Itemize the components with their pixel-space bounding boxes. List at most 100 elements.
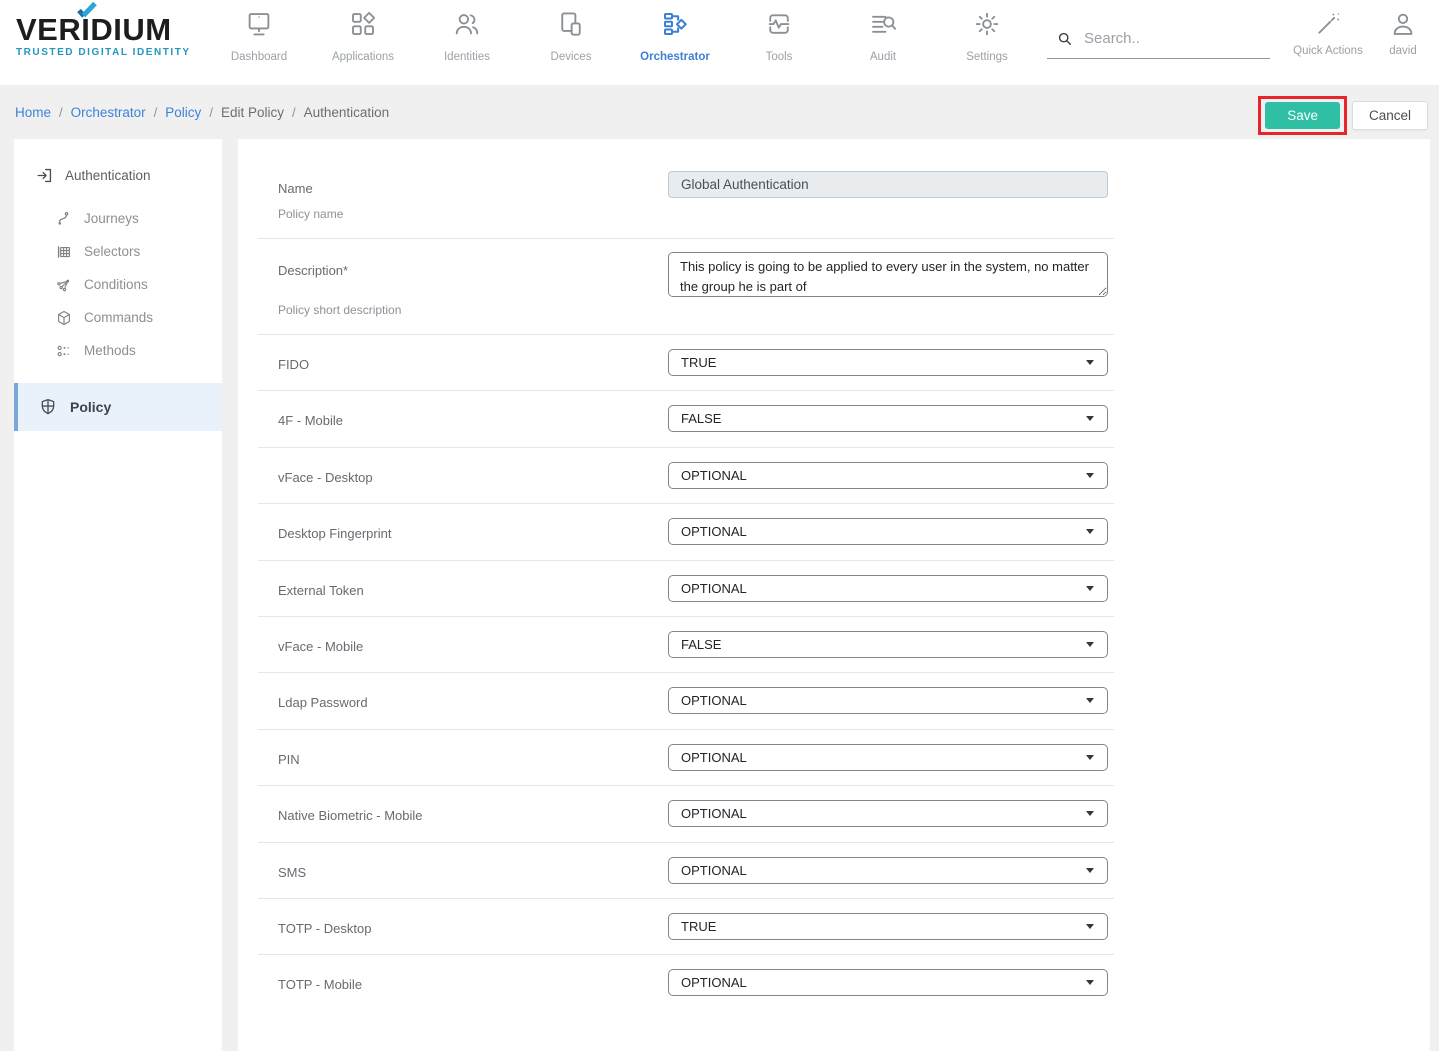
pulse-icon xyxy=(764,9,794,44)
sidebar-item-commands[interactable]: Commands xyxy=(14,301,222,334)
breadcrumb-separator: / xyxy=(154,105,158,120)
nav-item-dashboard[interactable]: Dashboard xyxy=(207,9,311,63)
logo-wordmark: VERIDIUM xyxy=(16,14,191,45)
vface-mobile-select[interactable]: FALSE xyxy=(668,631,1108,658)
totp-desktop-label: TOTP - Desktop xyxy=(278,921,371,936)
cancel-button[interactable]: Cancel xyxy=(1352,101,1428,130)
sidebar-item-conditions[interactable]: Conditions xyxy=(14,268,222,301)
name-label: Name xyxy=(278,181,313,196)
login-arrow-icon xyxy=(35,166,54,185)
field-row-totp-mobile: TOTP - MobileOPTIONAL xyxy=(258,955,1114,1011)
fido-select[interactable]: TRUE xyxy=(668,349,1108,376)
sidebar-item-selectors[interactable]: Selectors xyxy=(14,235,222,268)
field-row-vface-mobile: vFace - Mobile FALSE xyxy=(258,617,1114,673)
nav-item-label: Dashboard xyxy=(231,51,287,63)
audit-icon xyxy=(868,9,898,44)
field-row-native-biometric-mobile: Native Biometric - Mobile OPTIONAL xyxy=(258,786,1114,842)
vface-desktop-select[interactable]: OPTIONAL xyxy=(668,462,1108,489)
native-biometric-mobile-label: Native Biometric - Mobile xyxy=(278,808,423,823)
field-row-vface-desktop: vFace - Desktop OPTIONAL xyxy=(258,448,1114,504)
wand-icon xyxy=(1314,10,1342,38)
save-button[interactable]: Save xyxy=(1265,102,1340,129)
sidebar-list: Journeys Selectors Conditions Commands Metho… xyxy=(14,202,222,367)
nav-item-label: Applications xyxy=(332,51,394,63)
primary-nav: Dashboard Applications Identities Devices Or… xyxy=(207,9,1039,63)
nav-item-tools[interactable]: Tools xyxy=(727,9,831,63)
apps-grid-icon xyxy=(348,9,378,44)
nav-item-label: Orchestrator xyxy=(640,51,710,63)
veridium-logo[interactable]: VERIDIUM TRUSTED DIGITAL IDENTITY xyxy=(16,14,191,58)
breadcrumb-separator: / xyxy=(209,105,213,120)
monitor-icon xyxy=(244,9,274,44)
search-input[interactable] xyxy=(1084,30,1268,47)
content-area: Authentication Journeys Selectors Conditio… xyxy=(0,139,1439,1051)
sidebar-section-authentication[interactable]: Authentication xyxy=(14,139,222,185)
breadcrumb-item-policy[interactable]: Policy xyxy=(165,105,201,120)
field-row-sms: SMS OPTIONAL xyxy=(258,843,1114,899)
nav-item-applications[interactable]: Applications xyxy=(311,9,415,63)
sms-select[interactable]: OPTIONAL xyxy=(668,857,1108,884)
nav-item-settings[interactable]: Settings xyxy=(935,9,1039,63)
shield-icon xyxy=(38,397,58,417)
sidebar-item-journeys[interactable]: Journeys xyxy=(14,202,222,235)
fido-label: FIDO xyxy=(278,357,309,372)
totp-mobile-select[interactable]: OPTIONAL xyxy=(668,969,1108,996)
sidebar-item-label: Conditions xyxy=(84,277,148,292)
sidebar-selected-label: Policy xyxy=(70,399,111,415)
totp-desktop-select[interactable]: TRUE xyxy=(668,913,1108,940)
breadcrumb-separator: / xyxy=(59,105,63,120)
4f-mobile-label: 4F - Mobile xyxy=(278,413,343,428)
description-textarea[interactable]: This policy is going to be applied to ev… xyxy=(668,252,1108,297)
ldap-password-select[interactable]: OPTIONAL xyxy=(668,687,1108,714)
nav-item-orchestrator[interactable]: Orchestrator xyxy=(623,9,727,63)
breadcrumb-item-authentication: Authentication xyxy=(304,105,390,120)
nav-item-devices[interactable]: Devices xyxy=(519,9,623,63)
nav-item-label: Settings xyxy=(966,51,1008,63)
sidebar-item-methods[interactable]: Methods xyxy=(14,334,222,367)
description-helper-text: Policy short description xyxy=(278,303,401,317)
sidebar-section-label: Authentication xyxy=(65,168,151,183)
gear-icon xyxy=(972,9,1002,44)
nav-item-identities[interactable]: Identities xyxy=(415,9,519,63)
field-row-desktop-fingerprint: Desktop Fingerprint OPTIONAL xyxy=(258,504,1114,560)
desktop-fingerprint-select[interactable]: OPTIONAL xyxy=(668,518,1108,545)
vface-desktop-label: vFace - Desktop xyxy=(278,470,373,485)
external-token-label: External Token xyxy=(278,583,364,598)
sms-label: SMS xyxy=(278,865,306,880)
description-label: Description* xyxy=(278,263,348,278)
nav-item-label: Tools xyxy=(766,51,793,63)
sidebar-item-label: Journeys xyxy=(84,211,139,226)
global-search xyxy=(1047,27,1270,59)
field-row-totp-desktop: TOTP - Desktop TRUE xyxy=(258,899,1114,955)
logo-checkmark-icon xyxy=(76,2,98,18)
native-biometric-mobile-select[interactable]: OPTIONAL xyxy=(668,800,1108,827)
quick-actions-button[interactable]: Quick Actions xyxy=(1283,10,1373,57)
breadcrumb-separator: / xyxy=(292,105,296,120)
people-icon xyxy=(452,9,482,44)
external-token-select[interactable]: OPTIONAL xyxy=(668,575,1108,602)
breadcrumb-item-edit-policy: Edit Policy xyxy=(221,105,284,120)
desktop-fingerprint-label: Desktop Fingerprint xyxy=(278,526,391,541)
field-row-4f-mobile: 4F - Mobile FALSE xyxy=(258,391,1114,447)
breadcrumb-item-orchestrator[interactable]: Orchestrator xyxy=(71,105,146,120)
nav-item-audit[interactable]: Audit xyxy=(831,9,935,63)
breadcrumb-bar: Home / Orchestrator / Policy / Edit Policy / Aut… xyxy=(0,85,1439,139)
breadcrumb-item-home[interactable]: Home xyxy=(15,105,51,120)
vface-mobile-label: vFace - Mobile xyxy=(278,639,363,654)
pin-label: PIN xyxy=(278,752,300,767)
name-input[interactable] xyxy=(668,171,1108,198)
flow-icon xyxy=(660,9,690,44)
4f-mobile-select[interactable]: FALSE xyxy=(668,405,1108,432)
sidebar-item-label: Methods xyxy=(84,343,136,358)
sidebar-item-policy[interactable]: Policy xyxy=(14,383,222,431)
save-annotation-highlight: Save xyxy=(1258,96,1347,135)
quick-actions-label: Quick Actions xyxy=(1293,45,1363,57)
pin-select[interactable]: OPTIONAL xyxy=(668,744,1108,771)
cube-icon xyxy=(55,309,73,327)
sidebar: Authentication Journeys Selectors Conditio… xyxy=(14,139,222,1051)
user-menu[interactable]: david xyxy=(1379,10,1427,57)
policy-edit-form: NamePolicy nameDescription*Policy short … xyxy=(238,139,1430,1051)
nav-item-label: Identities xyxy=(444,51,490,63)
nav-item-label: Devices xyxy=(551,51,592,63)
page-actions: Save Cancel xyxy=(1258,96,1428,135)
